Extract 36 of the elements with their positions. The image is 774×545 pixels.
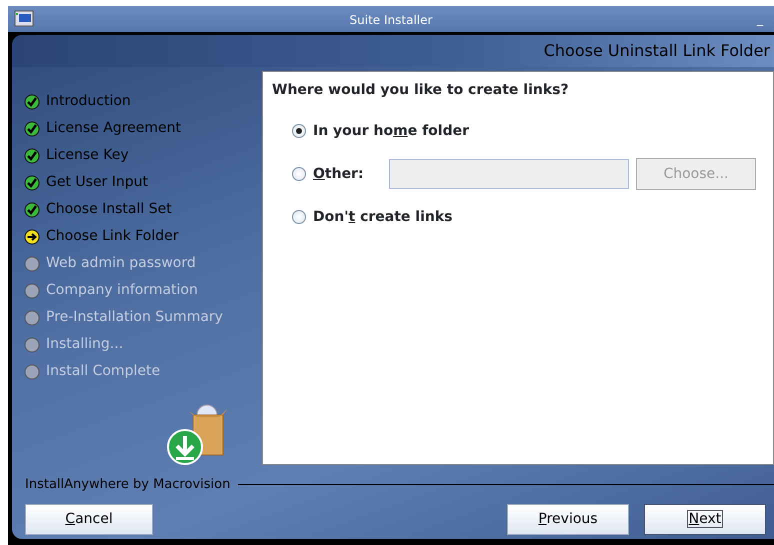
branding-text: InstallAnywhere by Macrovision <box>25 476 230 494</box>
circle-icon <box>24 282 40 298</box>
radio-button[interactable] <box>292 124 306 138</box>
radio-button[interactable] <box>292 210 306 224</box>
circle-icon <box>24 256 40 272</box>
check-icon <box>24 148 40 164</box>
wizard-button[interactable]: Cancel <box>25 504 153 534</box>
step-label: License Key <box>46 146 129 165</box>
step-label: Choose Link Folder <box>46 227 179 246</box>
circle-icon <box>24 336 40 352</box>
check-icon <box>24 94 40 110</box>
computer-icon <box>14 10 34 27</box>
step-label: Install Complete <box>46 362 160 381</box>
step-label: License Agreement <box>46 119 181 138</box>
step-label: Web admin password <box>46 254 196 273</box>
check-icon <box>24 174 40 190</box>
step-label: Choose Install Set <box>46 200 172 219</box>
question-text: Where would you like to create links? <box>272 81 570 100</box>
wizard-button[interactable]: Previous <box>507 504 629 534</box>
option-label[interactable]: Other: <box>313 164 364 184</box>
circle-icon <box>24 310 40 326</box>
page-title: Choose Uninstall Link Folder <box>544 41 770 60</box>
radio-button[interactable] <box>292 167 306 181</box>
minimize-button[interactable]: _ <box>757 10 763 28</box>
circle-icon <box>24 364 40 380</box>
step-label: Get User Input <box>46 173 148 192</box>
check-icon <box>24 120 40 136</box>
check-icon <box>24 202 40 218</box>
step-label: Installing... <box>46 335 124 354</box>
step-label: Introduction <box>46 92 131 111</box>
step-label: Pre-Installation Summary <box>46 308 223 327</box>
window-title: Suite Installer <box>350 12 432 29</box>
option-label[interactable]: In your home folder <box>313 120 470 142</box>
option-label[interactable]: Don't create links <box>313 206 452 228</box>
wizard-button[interactable]: Next <box>644 504 766 534</box>
step-label: Company information <box>46 281 198 300</box>
